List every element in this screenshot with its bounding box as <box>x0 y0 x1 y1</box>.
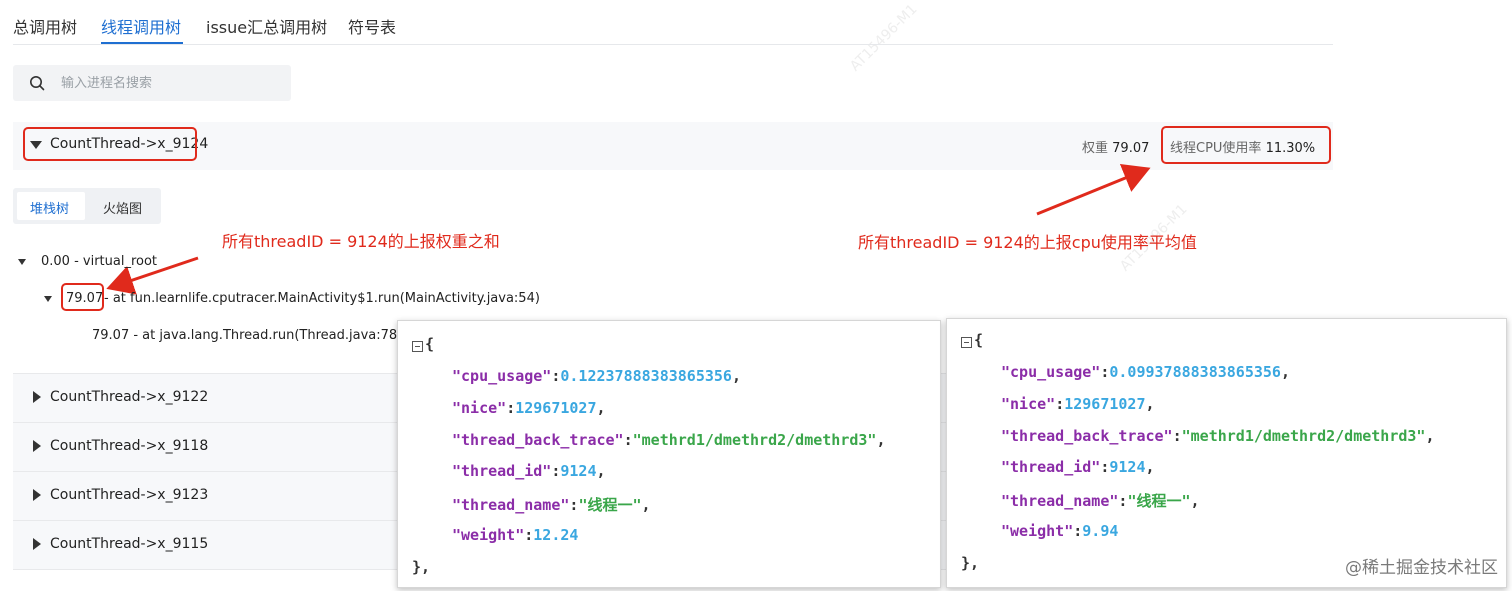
caret-right-icon[interactable] <box>33 489 41 501</box>
tree-caret-down-icon[interactable] <box>18 259 26 265</box>
json-line-thread-id: "thread_id":9124, <box>1001 458 1155 476</box>
json-open-brace: { <box>425 335 435 353</box>
json-line-weight: "weight":9.94 <box>1001 522 1119 540</box>
highlight-box <box>61 283 104 311</box>
tree-caret-down-icon[interactable] <box>44 296 52 302</box>
tree-node-child[interactable]: - at fun.learnlife.cputracer.MainActivit… <box>104 291 540 306</box>
collapse-icon[interactable] <box>412 341 423 352</box>
json-line-thread-id: "thread_id":9124, <box>452 462 606 480</box>
json-line-back-trace: "thread_back_trace":"methrd1/dmethrd2/dm… <box>1001 427 1435 445</box>
json-line-back-trace: "thread_back_trace":"methrd1/dmethrd2/dm… <box>452 431 886 449</box>
caret-right-icon[interactable] <box>33 391 41 403</box>
caret-right-icon[interactable] <box>33 440 41 452</box>
caret-right-icon[interactable] <box>33 538 41 550</box>
json-line-thread-name: "thread_name":"线程一", <box>1001 492 1200 510</box>
json-line-nice: "nice":129671027, <box>452 399 606 417</box>
arrow-to-cpu <box>1036 164 1151 216</box>
tree-node-grandchild[interactable]: 79.07 - at java.lang.Thread.run(Thread.j… <box>92 328 411 343</box>
thread-name: CountThread->x_9115 <box>50 536 209 552</box>
json-panel-2: { "cpu_usage":0.09937888383865356, "nice… <box>946 318 1507 588</box>
json-panel-1: { "cpu_usage":0.12237888383865356, "nice… <box>397 320 941 588</box>
thread-name: CountThread->x_9118 <box>50 438 209 454</box>
thread-name: CountThread->x_9122 <box>50 389 209 405</box>
source-credit: @稀土掘金技术社区 <box>1345 558 1498 578</box>
json-close-brace: }, <box>961 554 980 572</box>
json-line-weight: "weight":12.24 <box>452 526 579 544</box>
tree-node-root[interactable]: 0.00 - virtual_root <box>41 254 157 269</box>
collapse-icon[interactable] <box>961 337 972 348</box>
json-line-cpu-usage: "cpu_usage":0.09937888383865356, <box>1001 363 1290 381</box>
json-close-brace: }, <box>412 558 431 576</box>
json-line-thread-name: "thread_name":"线程一", <box>452 496 651 514</box>
thread-name: CountThread->x_9123 <box>50 487 209 503</box>
json-line-cpu-usage: "cpu_usage":0.12237888383865356, <box>452 367 741 385</box>
json-line-nice: "nice":129671027, <box>1001 395 1155 413</box>
json-open-brace: { <box>974 331 984 349</box>
